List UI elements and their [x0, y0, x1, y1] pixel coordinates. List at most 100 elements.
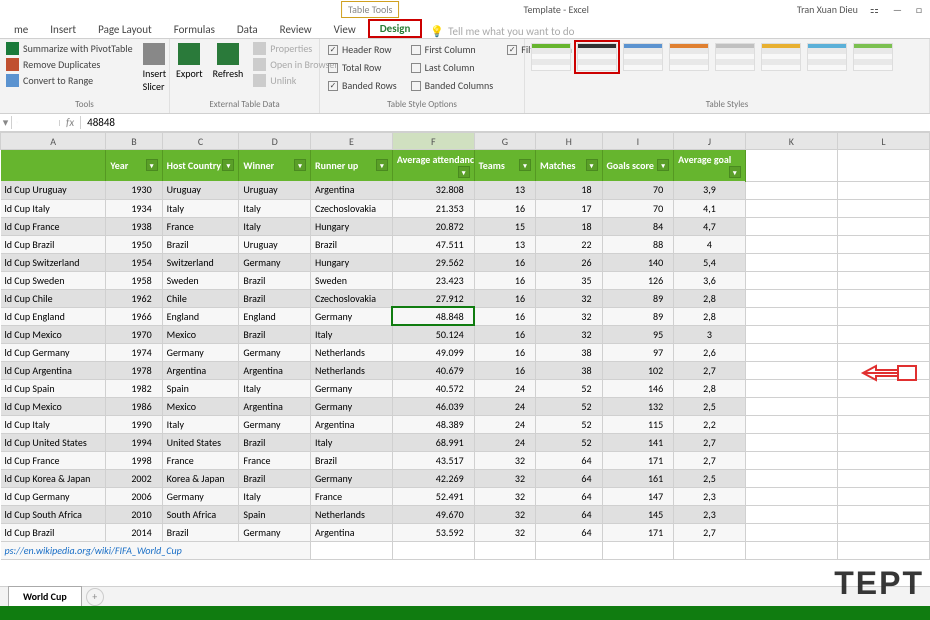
last-column-checkbox[interactable]: Last Column — [407, 59, 498, 76]
table-row[interactable]: ld Cup France1998FranceFranceBrazil43.51… — [1, 451, 930, 469]
source-link[interactable]: ps://en.wikipedia.org/wiki/FIFA_World_Cu… — [1, 541, 311, 559]
group-label-tools: Tools — [4, 99, 165, 111]
banded-rows-checkbox[interactable]: ✓Banded Rows — [324, 77, 401, 94]
minimize-icon[interactable]: — — [893, 3, 902, 16]
filter-dropdown-icon[interactable]: ▾ — [657, 159, 669, 171]
column-header[interactable]: H — [536, 133, 603, 150]
first-column-checkbox[interactable]: First Column — [407, 41, 498, 58]
table-row[interactable]: ld Cup Korea & Japan2002Korea & JapanBra… — [1, 469, 930, 487]
table-style-swatch[interactable] — [577, 43, 617, 71]
table-row[interactable]: ld Cup Uruguay1930UruguayUruguayArgentin… — [1, 181, 930, 199]
banded-columns-checkbox[interactable]: Banded Columns — [407, 77, 498, 94]
table-style-swatch[interactable] — [761, 43, 801, 71]
column-header[interactable]: E — [310, 133, 392, 150]
fx-icon[interactable]: fx — [60, 116, 81, 129]
column-header[interactable]: B — [106, 133, 162, 150]
maximize-icon[interactable]: □ — [916, 3, 922, 16]
table-row[interactable]: ld Cup Brazil2014BrazilGermanyArgentina5… — [1, 523, 930, 541]
sheet-tab-worldcup[interactable]: World Cup — [8, 586, 82, 608]
table-row[interactable]: ld Cup South Africa2010South AfricaSpain… — [1, 505, 930, 523]
column-header[interactable]: D — [239, 133, 311, 150]
tell-me-search[interactable]: 💡 Tell me what you want to do — [424, 25, 574, 38]
insert-slicer-button[interactable]: Insert Slicer — [141, 41, 169, 95]
column-header[interactable]: J — [674, 133, 746, 150]
column-header[interactable]: G — [474, 133, 535, 150]
ribbon-tabs: me Insert Page Layout Formulas Data Revi… — [0, 18, 930, 38]
group-label-styles: Table Styles — [529, 99, 925, 111]
tab-formulas[interactable]: Formulas — [164, 21, 225, 38]
table-header-row: Year▾Host Country▾Winner▾Runner up▾Avera… — [1, 150, 930, 182]
tab-page-layout[interactable]: Page Layout — [88, 21, 162, 38]
sheet-tabs: World Cup + — [0, 586, 930, 606]
add-sheet-button[interactable]: + — [86, 588, 104, 606]
column-header[interactable]: F — [392, 133, 474, 150]
tab-data[interactable]: Data — [227, 21, 268, 38]
group-label-options: Table Style Options — [324, 99, 520, 111]
ribbon-options-icon[interactable]: ⚏ — [870, 3, 879, 16]
column-header[interactable]: I — [602, 133, 674, 150]
user-name: Tran Xuan Dieu — [797, 3, 858, 16]
window-title: Template - Excel — [523, 3, 588, 16]
header-row-checkbox[interactable]: ✓Header Row — [324, 41, 401, 58]
summarize-pivot-button[interactable]: Summarize with PivotTable — [4, 41, 135, 56]
status-bar — [0, 606, 930, 620]
ribbon: Summarize with PivotTable Remove Duplica… — [0, 38, 930, 114]
column-header[interactable]: A — [1, 133, 106, 150]
group-label-external: External Table Data — [174, 99, 315, 111]
table-row[interactable]: ld Cup Brazil1950BrazilUruguayBrazil47.5… — [1, 235, 930, 253]
spreadsheet-grid[interactable]: ABCDEFGHIJKL Year▾Host Country▾Winner▾Ru… — [0, 132, 930, 560]
tab-insert[interactable]: Insert — [40, 21, 86, 38]
table-row[interactable]: ld Cup France1938FranceItalyHungary20.87… — [1, 217, 930, 235]
context-tab-label: Table Tools — [341, 1, 399, 18]
tab-view[interactable]: View — [324, 21, 366, 38]
table-row[interactable]: ld Cup Mexico1970MexicoBrazilItaly50.124… — [1, 325, 930, 343]
table-row[interactable]: ld Cup Germany2006GermanyItalyFrance52.4… — [1, 487, 930, 505]
refresh-button[interactable]: Refresh — [211, 41, 246, 82]
column-header[interactable]: K — [745, 133, 837, 150]
total-row-checkbox[interactable]: Total Row — [324, 59, 401, 76]
column-headers-row: ABCDEFGHIJKL — [1, 133, 930, 150]
table-row[interactable]: ld Cup Italy1990ItalyGermanyArgentina48.… — [1, 415, 930, 433]
table-style-swatch[interactable] — [853, 43, 893, 71]
table-row[interactable]: ld Cup Switzerland1954SwitzerlandGermany… — [1, 253, 930, 271]
filter-dropdown-icon[interactable]: ▾ — [294, 159, 306, 171]
table-style-swatch[interactable] — [807, 43, 847, 71]
table-row[interactable]: ld Cup Spain1982SpainItalyGermany40.5722… — [1, 379, 930, 397]
table-style-swatch[interactable] — [715, 43, 755, 71]
formula-input[interactable]: 48848 — [81, 116, 930, 129]
table-style-swatch[interactable] — [669, 43, 709, 71]
tab-home[interactable]: me — [4, 21, 38, 38]
filter-dropdown-icon[interactable]: ▾ — [519, 159, 531, 171]
column-header[interactable]: C — [162, 133, 239, 150]
tab-review[interactable]: Review — [270, 21, 322, 38]
table-styles-gallery[interactable] — [529, 41, 925, 99]
table-style-swatch[interactable] — [531, 43, 571, 71]
tab-design[interactable]: Design — [368, 19, 423, 38]
table-row[interactable]: ld Cup Chile1962ChileBrazilCzechoslovaki… — [1, 289, 930, 307]
name-box[interactable]: × — [12, 120, 60, 126]
annotation-arrow — [858, 358, 918, 388]
filter-dropdown-icon[interactable]: ▾ — [376, 159, 388, 171]
export-button[interactable]: Export — [174, 41, 205, 82]
name-box-dropdown[interactable]: ▾ — [0, 116, 12, 129]
table-style-swatch[interactable] — [623, 43, 663, 71]
filter-dropdown-icon[interactable]: ▾ — [146, 159, 158, 171]
filter-dropdown-icon[interactable]: ▾ — [458, 166, 470, 178]
table-row[interactable]: ld Cup Germany1974GermanyGermanyNetherla… — [1, 343, 930, 361]
formula-bar: ▾ × fx 48848 — [0, 114, 930, 132]
filter-dropdown-icon[interactable]: ▾ — [222, 159, 234, 171]
table-row[interactable]: ld Cup Italy1934ItalyItalyCzechoslovakia… — [1, 199, 930, 217]
filter-dropdown-icon[interactable]: ▾ — [586, 159, 598, 171]
column-header[interactable]: L — [837, 133, 929, 150]
watermark: TEPT — [834, 565, 924, 602]
filter-dropdown-icon[interactable]: ▾ — [729, 166, 741, 178]
titlebar: Table Tools Template - Excel Tran Xuan D… — [0, 0, 930, 18]
table-row[interactable]: ld Cup Argentina1978ArgentinaArgentinaNe… — [1, 361, 930, 379]
table-row[interactable]: ld Cup England1966EnglandEnglandGermany4… — [1, 307, 930, 325]
convert-range-button[interactable]: Convert to Range — [4, 73, 135, 88]
table-row[interactable]: ld Cup Mexico1986MexicoArgentinaGermany4… — [1, 397, 930, 415]
table-row[interactable]: ld Cup United States1994United StatesBra… — [1, 433, 930, 451]
table-row[interactable]: ld Cup Sweden1958SwedenBrazilSweden23.42… — [1, 271, 930, 289]
lightbulb-icon: 💡 — [430, 25, 444, 38]
remove-duplicates-button[interactable]: Remove Duplicates — [4, 57, 135, 72]
